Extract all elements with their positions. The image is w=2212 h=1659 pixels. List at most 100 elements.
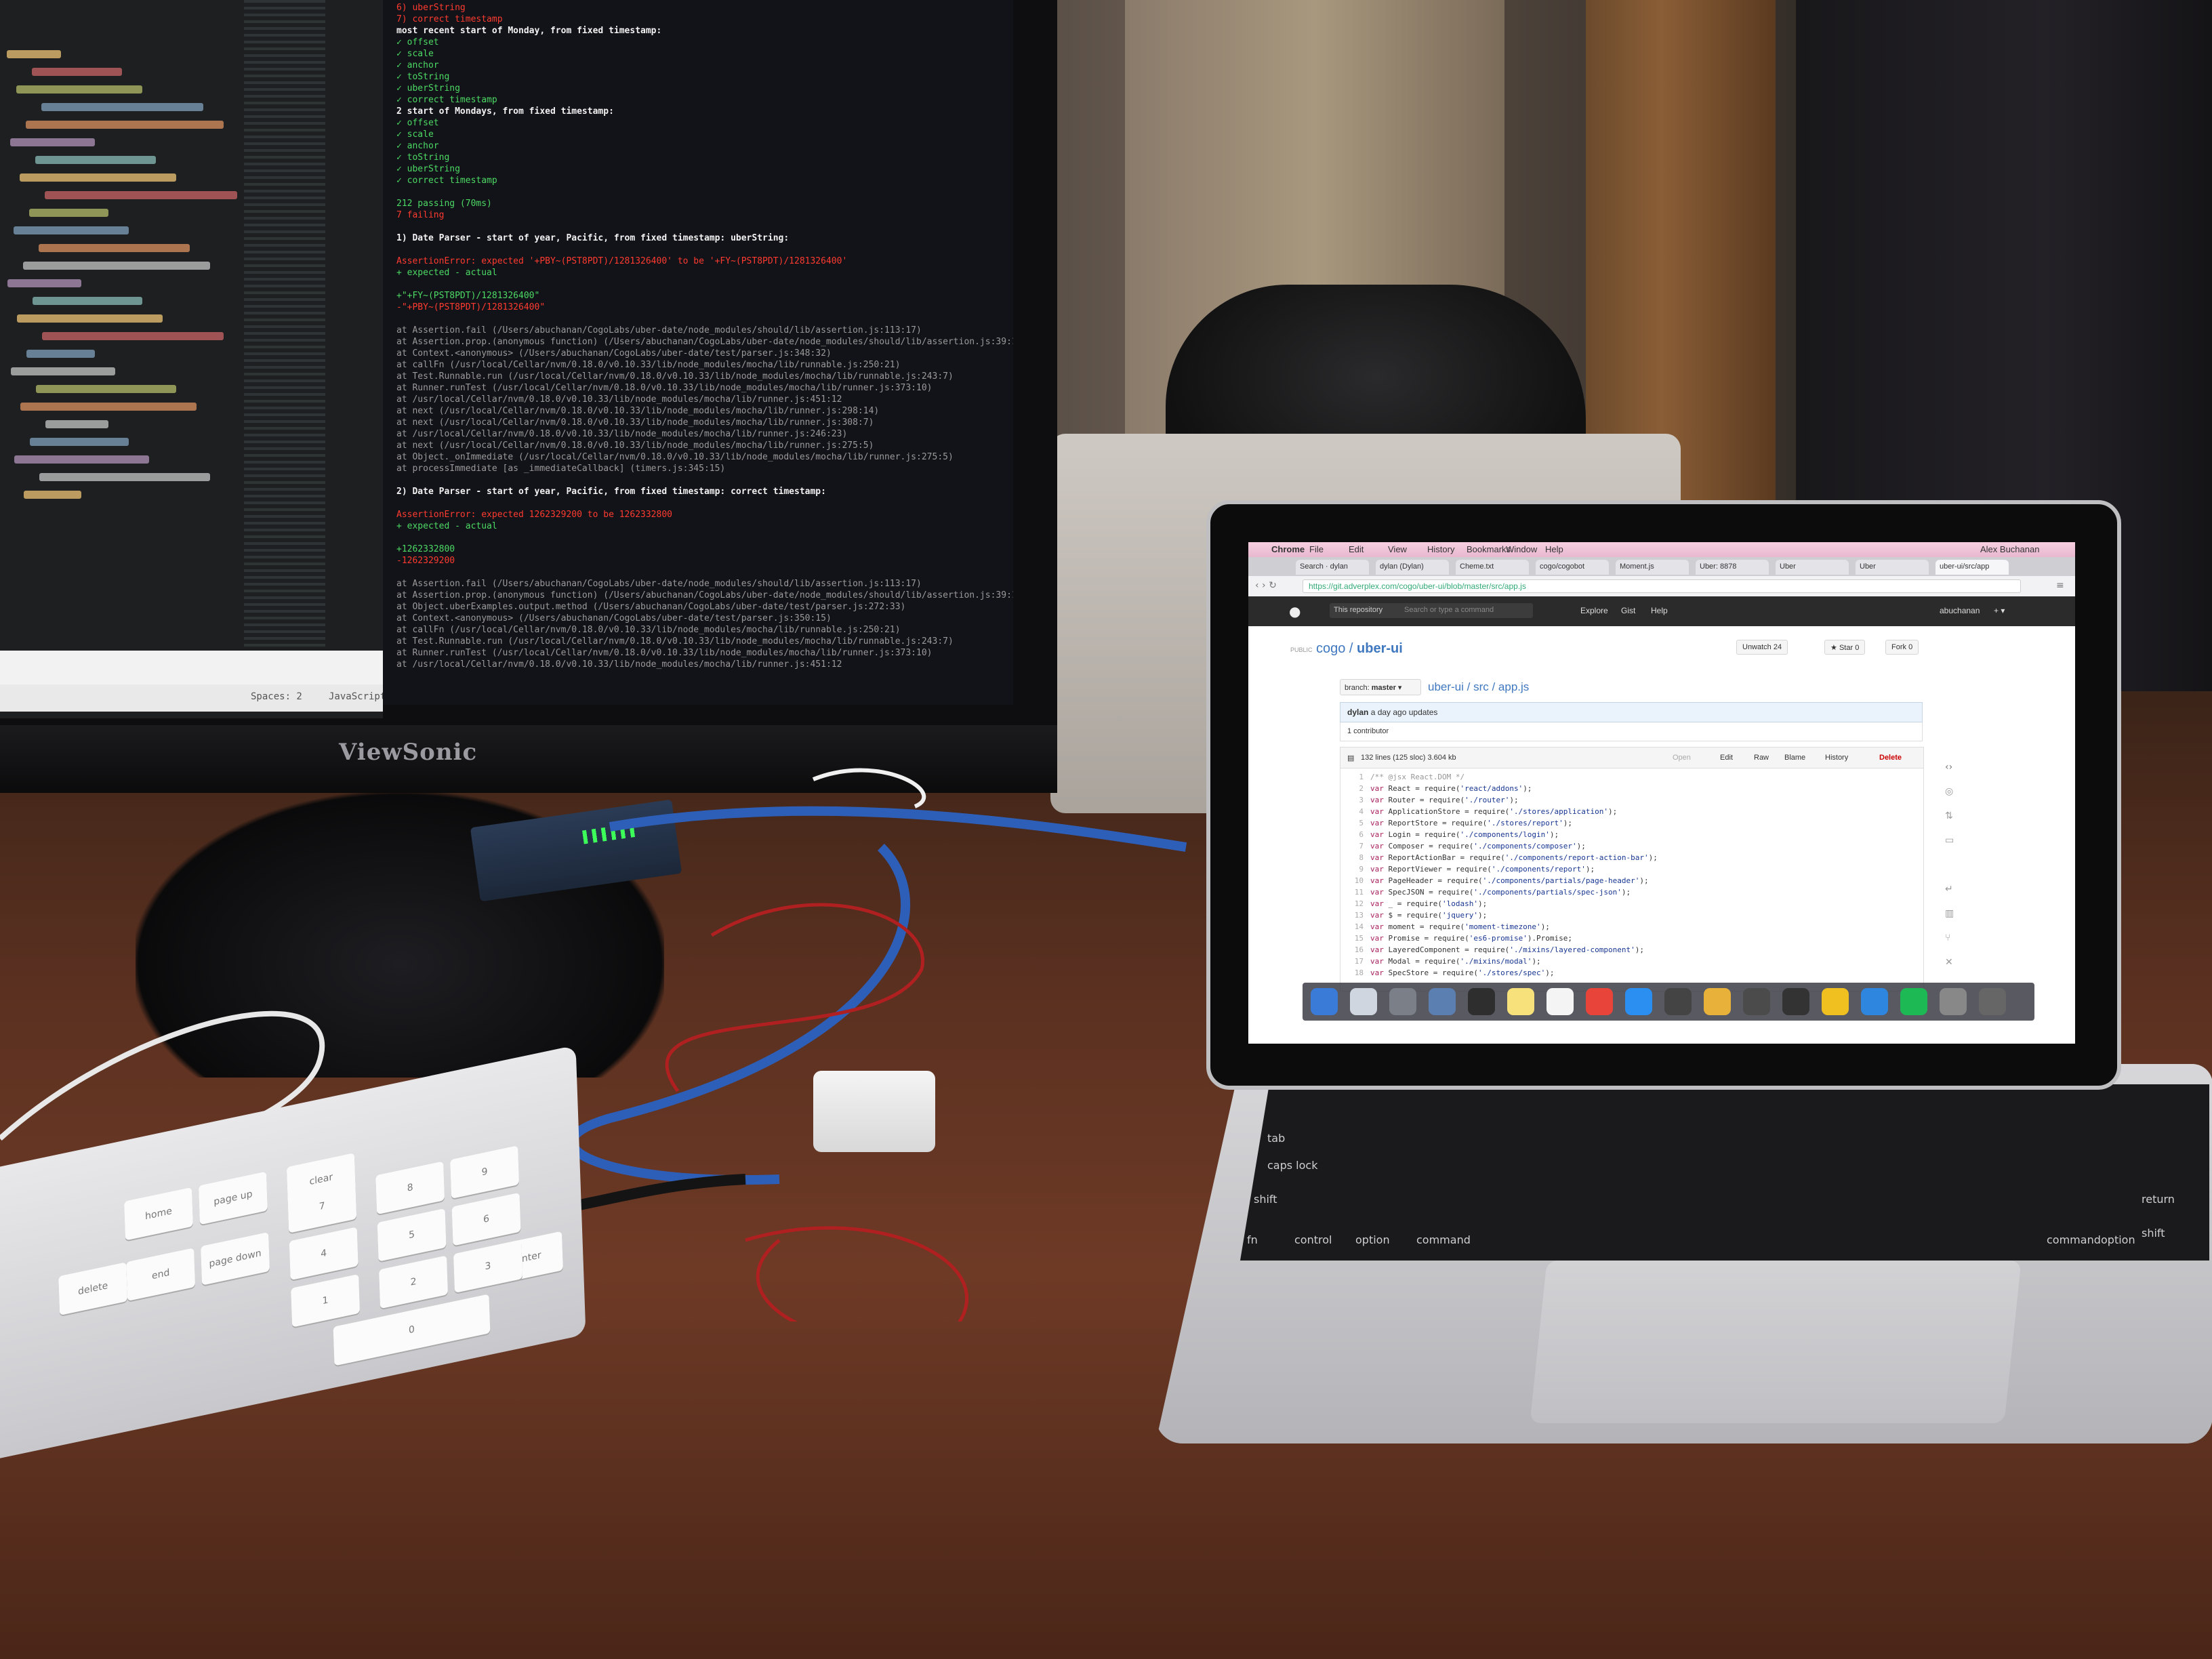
menu-user[interactable]: Alex Buchanan xyxy=(1980,544,2039,554)
laptop-key[interactable]: shift xyxy=(2142,1227,2165,1240)
dock-app-icon[interactable] xyxy=(1940,988,1967,1015)
nav-explore[interactable]: Explore xyxy=(1580,606,1608,615)
editor-syntax-status[interactable]: JavaScript xyxy=(329,691,383,702)
menu-item[interactable]: File xyxy=(1309,544,1324,554)
delete-button[interactable]: Delete xyxy=(1879,754,1902,762)
keyboard-key[interactable]: 3 xyxy=(453,1240,523,1293)
menu-app-name[interactable]: Chrome xyxy=(1271,544,1305,554)
keyboard-key[interactable]: 6 xyxy=(451,1192,521,1246)
github-search[interactable]: This repository Search or type a command xyxy=(1330,603,1533,618)
laptop-key[interactable]: shift xyxy=(1254,1193,1277,1206)
fork-button[interactable]: Fork 0 xyxy=(1885,640,1919,655)
dock-app-icon[interactable] xyxy=(1822,988,1849,1015)
dock-app-icon[interactable] xyxy=(1311,988,1338,1015)
keyboard-key[interactable]: delete xyxy=(58,1262,128,1316)
editor-indent-status[interactable]: Spaces: 2 xyxy=(251,691,302,702)
nav-gist[interactable]: Gist xyxy=(1621,606,1635,615)
line-number[interactable]: 1 xyxy=(1340,773,1370,781)
dock-app-icon[interactable] xyxy=(1429,988,1456,1015)
pulse-icon[interactable]: ↵ xyxy=(1945,884,1953,895)
star-button[interactable]: ★ Star 0 xyxy=(1824,640,1866,655)
pulls-icon[interactable]: ⇅ xyxy=(1945,811,1953,821)
laptop-keyboard[interactable]: tab caps lock shift fn control option command r… xyxy=(1240,1084,2209,1261)
keyboard-key[interactable]: page down xyxy=(201,1232,270,1286)
dock-app-icon[interactable] xyxy=(1979,988,2006,1015)
graphs-icon[interactable]: ▥ xyxy=(1945,908,1954,919)
menu-item[interactable]: Help xyxy=(1545,544,1563,554)
file-breadcrumb[interactable]: uber-ui / src / app.js xyxy=(1428,680,1529,694)
line-number[interactable]: 12 xyxy=(1340,899,1370,908)
address-bar[interactable]: https://git.adverplex.com/cogo/uber-ui/b… xyxy=(1303,579,2021,593)
back-arrow-icon[interactable]: ‹ › ↻ xyxy=(1255,580,1277,591)
line-number[interactable]: 10 xyxy=(1340,876,1370,885)
terminal-pane[interactable]: 6) uberString 7) correct timestamp most re… xyxy=(383,0,1013,705)
laptop-key[interactable]: tab xyxy=(1267,1132,1285,1145)
code-icon[interactable]: ‹› xyxy=(1945,762,1952,773)
keyboard-key[interactable]: 1 xyxy=(291,1273,361,1328)
line-number[interactable]: 3 xyxy=(1340,796,1370,804)
laptop-key[interactable]: command xyxy=(2047,1233,2101,1246)
code-editor-pane[interactable]: Spaces: 2 JavaScript xyxy=(0,0,383,718)
menu-icon[interactable]: ≡ xyxy=(2056,580,2064,591)
line-number[interactable]: 9 xyxy=(1340,865,1370,874)
browser-tab[interactable]: uber-ui/src/app xyxy=(1936,560,2009,575)
laptop-key[interactable]: return xyxy=(2142,1193,2175,1206)
browser-tab[interactable]: Moment.js xyxy=(1616,560,1689,575)
dock-app-icon[interactable] xyxy=(1704,988,1731,1015)
contributors-line[interactable]: 1 contributor xyxy=(1340,722,1923,741)
browser-tab[interactable]: Uber xyxy=(1856,560,1929,575)
keyboard-key[interactable]: 9 xyxy=(450,1145,520,1199)
browser-tab[interactable]: Search · dylan xyxy=(1296,560,1369,575)
laptop-key[interactable]: command xyxy=(1416,1233,1471,1246)
menu-item[interactable]: View xyxy=(1388,544,1407,554)
menu-item[interactable]: Window xyxy=(1506,544,1537,554)
laptop-key[interactable]: fn xyxy=(1247,1233,1258,1246)
history-button[interactable]: History xyxy=(1825,754,1848,762)
keyboard-key[interactable]: end xyxy=(126,1248,196,1301)
keyboard-key[interactable]: 5 xyxy=(377,1208,447,1262)
keyboard-key[interactable]: home xyxy=(124,1187,193,1241)
edit-button[interactable]: Edit xyxy=(1720,754,1733,762)
line-number[interactable]: 8 xyxy=(1340,853,1370,862)
settings-icon[interactable]: ✕ xyxy=(1945,957,1953,968)
wiki-icon[interactable]: ▭ xyxy=(1945,835,1954,846)
line-number[interactable]: 14 xyxy=(1340,922,1370,931)
line-number[interactable]: 7 xyxy=(1340,842,1370,851)
raw-button[interactable]: Raw xyxy=(1754,754,1769,762)
laptop-trackpad[interactable] xyxy=(1530,1261,2022,1423)
line-number[interactable]: 2 xyxy=(1340,784,1370,793)
dock-app-icon[interactable] xyxy=(1468,988,1495,1015)
dock-app-icon[interactable] xyxy=(1350,988,1377,1015)
open-button[interactable]: Open xyxy=(1673,754,1691,762)
browser-tab[interactable]: cogo/cogobot xyxy=(1536,560,1609,575)
nav-help[interactable]: Help xyxy=(1651,606,1668,615)
menu-item[interactable]: History xyxy=(1427,544,1454,554)
github-logo-icon[interactable]: ● xyxy=(1289,603,1300,619)
blame-button[interactable]: Blame xyxy=(1784,754,1805,762)
dock-app-icon[interactable] xyxy=(1664,988,1692,1015)
line-number[interactable]: 5 xyxy=(1340,819,1370,827)
keyboard-key[interactable]: page up xyxy=(198,1171,268,1225)
line-number[interactable]: 11 xyxy=(1340,888,1370,897)
browser-tab[interactable]: dylan (Dylan) xyxy=(1376,560,1449,575)
line-number[interactable]: 16 xyxy=(1340,945,1370,954)
keyboard-key[interactable]: 8 xyxy=(375,1161,445,1215)
unwatch-button[interactable]: Unwatch 24 xyxy=(1736,640,1788,655)
menu-item[interactable]: Bookmarks xyxy=(1467,544,1511,554)
dock-app-icon[interactable] xyxy=(1389,988,1416,1015)
line-number[interactable]: 18 xyxy=(1340,968,1370,977)
dock-app-icon[interactable] xyxy=(1861,988,1888,1015)
dock-app-icon[interactable] xyxy=(1507,988,1534,1015)
dock-app-icon[interactable] xyxy=(1625,988,1652,1015)
browser-tab[interactable]: Uber xyxy=(1776,560,1849,575)
repo-name-link[interactable]: uber-ui xyxy=(1357,641,1403,656)
dock-app-icon[interactable] xyxy=(1900,988,1927,1015)
dock-app-icon[interactable] xyxy=(1547,988,1574,1015)
plus-icon[interactable]: + ▾ xyxy=(1994,606,2005,615)
line-number[interactable]: 4 xyxy=(1340,807,1370,816)
editor-minimap[interactable] xyxy=(244,0,325,705)
username[interactable]: abuchanan xyxy=(1940,606,1980,615)
line-number[interactable]: 13 xyxy=(1340,911,1370,920)
laptop-key[interactable]: control xyxy=(1294,1233,1332,1246)
keyboard-key[interactable]: 4 xyxy=(289,1227,359,1281)
